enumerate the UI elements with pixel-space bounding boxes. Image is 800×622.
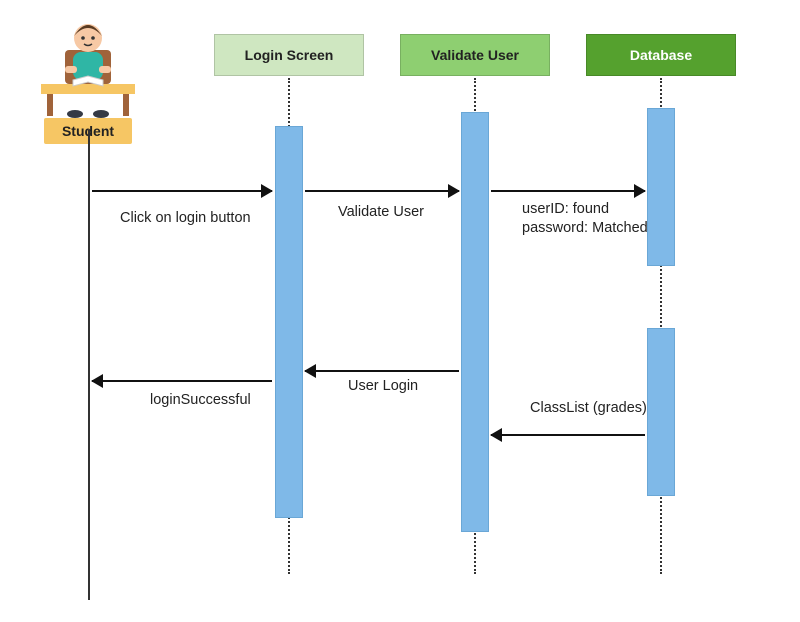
sequence-diagram: Student Login Screen Validate User Datab…: [0, 0, 800, 622]
message-click-login: [92, 180, 272, 200]
activation-database-2: [647, 328, 675, 496]
message-user-login: [305, 360, 459, 380]
message-login-successful: [92, 370, 272, 390]
lifeline-login-screen: Login Screen: [214, 34, 364, 76]
lifeline-database-label: Database: [630, 47, 692, 63]
message-user-login-label: User Login: [348, 378, 418, 394]
activation-login: [275, 126, 303, 518]
message-click-login-label: Click on login button: [120, 210, 251, 226]
student-icon: [33, 10, 143, 120]
message-db-lookup: [491, 180, 645, 200]
lifeline-validate-user: Validate User: [400, 34, 550, 76]
message-db-lookup-label: userID: found password: Matched: [522, 200, 648, 238]
lifeline-database: Database: [586, 34, 736, 76]
lifeline-validate-user-label: Validate User: [431, 47, 519, 63]
message-validate-user: [305, 180, 459, 200]
actor-student: Student: [33, 10, 143, 144]
activation-database-1: [647, 108, 675, 266]
message-validate-user-label: Validate User: [338, 204, 424, 220]
lifeline-login-screen-label: Login Screen: [245, 47, 334, 63]
message-classlist: [491, 424, 645, 444]
lifeline-line-student: [88, 130, 90, 600]
message-classlist-label: ClassList (grades): [530, 400, 647, 416]
message-login-successful-label: loginSuccessful: [150, 392, 251, 408]
activation-validate: [461, 112, 489, 532]
